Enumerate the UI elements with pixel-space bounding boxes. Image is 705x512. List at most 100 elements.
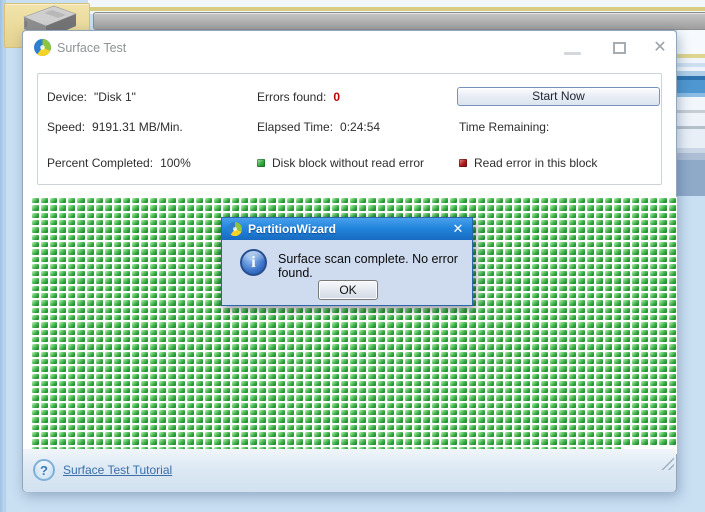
disk-block-cell bbox=[359, 322, 367, 328]
disk-block-cell bbox=[359, 307, 367, 313]
disk-block-cell bbox=[459, 366, 467, 372]
disk-block-cell bbox=[441, 402, 449, 409]
disk-block-cell bbox=[604, 424, 612, 430]
disk-block-cell bbox=[604, 336, 612, 343]
disk-block-cell bbox=[623, 373, 631, 379]
disk-block-cell bbox=[641, 219, 649, 226]
disk-block-cell bbox=[359, 439, 367, 445]
disk-block-cell bbox=[332, 380, 340, 387]
disk-block-cell bbox=[568, 373, 576, 379]
disk-block-cell bbox=[77, 315, 85, 321]
disk-block-cell bbox=[495, 285, 503, 292]
disk-block-cell bbox=[404, 388, 412, 394]
disk-block-cell bbox=[468, 198, 476, 204]
disk-block-cell bbox=[568, 358, 576, 365]
disk-block-cell bbox=[550, 344, 558, 350]
disk-block-cell bbox=[450, 395, 458, 401]
disk-block-cell bbox=[250, 322, 258, 328]
disk-block-cell bbox=[623, 395, 631, 401]
disk-block-cell bbox=[404, 307, 412, 313]
close-button[interactable]: ✕ bbox=[651, 38, 669, 58]
disk-block-cell bbox=[386, 344, 394, 350]
disk-block-cell bbox=[341, 322, 349, 328]
disk-block-cell bbox=[150, 198, 158, 204]
disk-block-cell bbox=[50, 285, 58, 292]
surface-test-titlebar[interactable]: Surface Test ✕ bbox=[23, 31, 676, 65]
surface-test-tutorial-link[interactable]: Surface Test Tutorial bbox=[63, 463, 172, 477]
disk-block-cell bbox=[268, 344, 276, 350]
disk-block-cell bbox=[586, 315, 594, 321]
disk-block-cell bbox=[623, 278, 631, 284]
disk-block-cell bbox=[495, 256, 503, 262]
disk-block-cell bbox=[132, 358, 140, 365]
disk-block-cell bbox=[150, 212, 158, 218]
disk-block-cell bbox=[159, 424, 167, 430]
disk-block-cell bbox=[222, 410, 231, 416]
disk-block-cell bbox=[541, 249, 549, 255]
disk-block-cell bbox=[295, 366, 303, 372]
disk-block-cell bbox=[623, 380, 631, 387]
dialog-titlebar[interactable]: PartitionWizard ✕ bbox=[222, 218, 472, 240]
dialog-close-icon[interactable]: ✕ bbox=[450, 221, 466, 237]
disk-block-cell bbox=[195, 263, 203, 270]
disk-block-cell bbox=[77, 344, 85, 350]
dialog-title: PartitionWizard bbox=[248, 222, 336, 236]
disk-block-cell bbox=[450, 198, 458, 204]
disk-block-cell bbox=[668, 315, 676, 321]
disk-block-cell bbox=[241, 366, 249, 372]
disk-block-cell bbox=[459, 432, 467, 438]
disk-block-cell bbox=[523, 388, 531, 394]
disk-block-cell bbox=[568, 263, 576, 270]
disk-block-cell bbox=[95, 344, 103, 350]
disk-block-cell bbox=[377, 307, 385, 313]
disk-block-cell bbox=[486, 293, 494, 299]
disk-block-cell bbox=[450, 315, 458, 321]
disk-block-cell bbox=[577, 432, 585, 438]
disk-block-cell bbox=[441, 358, 449, 365]
disk-block-cell bbox=[595, 336, 603, 343]
disk-block-cell bbox=[650, 249, 658, 255]
disk-block-cell bbox=[486, 329, 494, 335]
disk-block-cell bbox=[286, 307, 294, 313]
disk-block-cell bbox=[268, 322, 276, 328]
disk-block-cell bbox=[532, 249, 540, 255]
disk-block-cell bbox=[386, 205, 394, 211]
disk-block-cell bbox=[213, 315, 221, 321]
disk-block-cell bbox=[250, 351, 258, 357]
disk-block-cell bbox=[586, 336, 594, 343]
disk-block-cell bbox=[668, 417, 676, 423]
disk-block-cell bbox=[95, 329, 103, 335]
disk-block-cell bbox=[586, 256, 594, 262]
disk-block-cell bbox=[222, 395, 231, 401]
partition-wizard-logo-icon bbox=[34, 39, 51, 56]
disk-block-cell bbox=[68, 198, 76, 204]
ok-button[interactable]: OK bbox=[318, 280, 378, 300]
disk-block-cell bbox=[377, 366, 385, 372]
disk-block-cell bbox=[423, 380, 431, 387]
disk-block-cell bbox=[168, 410, 176, 416]
disk-block-cell bbox=[641, 329, 649, 335]
disk-block-cell bbox=[604, 322, 612, 328]
disk-block-cell bbox=[441, 366, 449, 372]
disk-block-cell bbox=[32, 212, 40, 218]
disk-block-cell bbox=[368, 344, 376, 350]
disk-block-cell bbox=[432, 410, 440, 416]
disk-block-cell bbox=[659, 315, 667, 321]
disk-block-cell bbox=[614, 402, 622, 409]
disk-block-cell bbox=[504, 212, 512, 218]
disk-block-cell bbox=[204, 278, 212, 284]
start-now-button[interactable]: Start Now bbox=[457, 87, 660, 106]
help-icon[interactable]: ? bbox=[33, 459, 55, 481]
minimize-button[interactable] bbox=[564, 52, 581, 55]
percent-completed-field: Percent Completed: 100% bbox=[47, 156, 191, 170]
disk-block-cell bbox=[250, 439, 258, 445]
maximize-button[interactable] bbox=[613, 42, 626, 54]
disk-block-cell bbox=[95, 241, 103, 248]
disk-block-cell bbox=[523, 285, 531, 292]
disk-block-cell bbox=[523, 315, 531, 321]
disk-block-cell bbox=[59, 278, 67, 284]
disk-block-cell bbox=[541, 417, 549, 423]
disk-block-cell bbox=[122, 358, 131, 365]
disk-block-cell bbox=[232, 432, 240, 438]
disk-block-cell bbox=[513, 278, 522, 284]
